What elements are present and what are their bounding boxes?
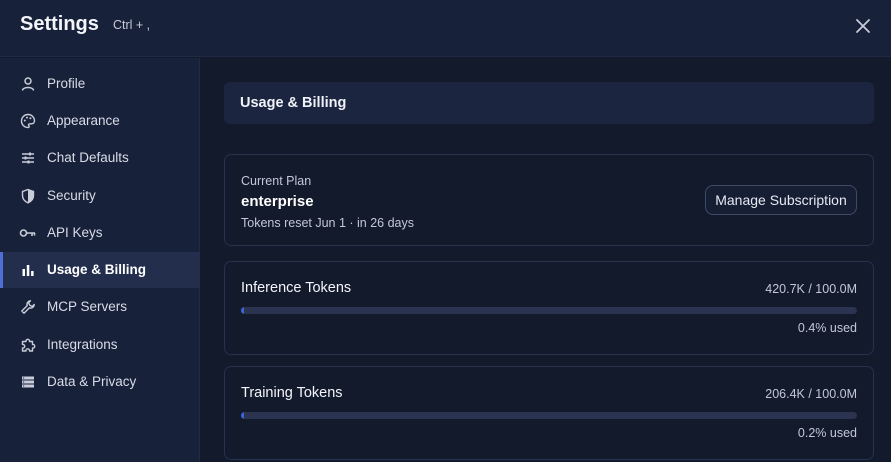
usage-percent: 0.4% used xyxy=(797,321,857,335)
bar-chart-icon xyxy=(19,261,37,279)
settings-window: Settings Ctrl + , Profile Appearance Cha… xyxy=(0,0,891,462)
sidebar-item-label: Integrations xyxy=(47,337,118,352)
sidebar-item-label: Appearance xyxy=(47,113,120,128)
sidebar-item-mcp-servers[interactable]: MCP Servers xyxy=(0,289,200,325)
sidebar: Profile Appearance Chat Defaults Securit… xyxy=(0,58,200,462)
sidebar-item-label: API Keys xyxy=(47,225,103,240)
sidebar-item-label: Security xyxy=(47,188,96,203)
sidebar-item-api-keys[interactable]: API Keys xyxy=(0,215,200,251)
close-button[interactable] xyxy=(852,15,874,37)
close-icon xyxy=(856,19,870,33)
training-tokens-card: Training Tokens 206.4K / 100.0M 0.2% use… xyxy=(224,366,874,460)
page-title: Settings xyxy=(20,13,99,35)
usage-progress-track xyxy=(241,307,857,314)
tokens-reset-text: Tokens reset Jun 1 · in 26 days xyxy=(241,216,415,230)
inference-tokens-card: Inference Tokens 420.7K / 100.0M 0.4% us… xyxy=(224,261,874,355)
sidebar-item-security[interactable]: Security xyxy=(0,178,200,214)
storage-icon xyxy=(19,373,37,391)
usage-percent: 0.2% used xyxy=(797,426,857,440)
key-icon xyxy=(19,224,37,242)
usage-title: Inference Tokens xyxy=(241,280,352,296)
section-title: Usage & Billing xyxy=(240,95,347,111)
usage-count: 420.7K / 100.0M xyxy=(765,282,857,296)
sidebar-item-label: Chat Defaults xyxy=(47,150,129,165)
shield-icon xyxy=(19,187,37,205)
sidebar-item-label: Data & Privacy xyxy=(47,374,137,389)
sidebar-item-label: MCP Servers xyxy=(47,299,128,314)
sidebar-item-data-privacy[interactable]: Data & Privacy xyxy=(0,364,200,400)
sidebar-item-usage-billing[interactable]: Usage & Billing xyxy=(0,252,200,288)
usage-count: 206.4K / 100.0M xyxy=(765,387,857,401)
wrench-icon xyxy=(19,298,37,316)
sidebar-item-appearance[interactable]: Appearance xyxy=(0,103,200,139)
shortcut-hint: Ctrl + , xyxy=(113,18,151,32)
sidebar-item-label: Usage & Billing xyxy=(47,262,147,277)
usage-progress-fill xyxy=(241,307,244,314)
person-icon xyxy=(19,75,37,93)
usage-progress-track xyxy=(241,412,857,419)
plan-card: Current Plan enterprise Tokens reset Jun… xyxy=(224,154,874,246)
plan-name: enterprise xyxy=(241,193,314,210)
palette-icon xyxy=(19,112,37,130)
plan-label: Current Plan xyxy=(241,174,312,188)
sidebar-item-profile[interactable]: Profile xyxy=(0,66,200,102)
section-header: Usage & Billing xyxy=(224,82,874,124)
sidebar-item-integrations[interactable]: Integrations xyxy=(0,327,200,363)
settings-header: Settings Ctrl + , xyxy=(0,0,891,57)
manage-subscription-button[interactable]: Manage Subscription xyxy=(705,185,857,215)
puzzle-icon xyxy=(19,336,37,354)
sliders-icon xyxy=(19,149,37,167)
usage-title: Training Tokens xyxy=(241,385,343,401)
sidebar-item-chat-defaults[interactable]: Chat Defaults xyxy=(0,140,200,176)
usage-progress-fill xyxy=(241,412,244,419)
sidebar-item-label: Profile xyxy=(47,76,86,91)
